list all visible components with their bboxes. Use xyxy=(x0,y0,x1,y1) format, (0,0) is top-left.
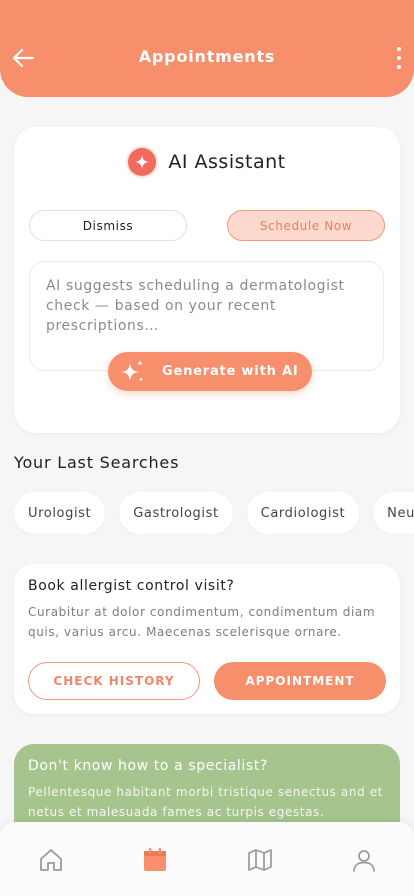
nav-map[interactable] xyxy=(244,844,276,876)
dismiss-button[interactable]: Dismiss xyxy=(29,210,187,241)
ai-assistant-card: AI Assistant Dismiss Schedule Now AI sug… xyxy=(14,127,400,433)
page-title: Appointments xyxy=(138,47,276,66)
info-card-description: Pellentesque habitant morbi tristique se… xyxy=(28,785,383,819)
sparkles-icon xyxy=(121,359,144,382)
info-card-title: Don't know how to a specialist? xyxy=(28,758,268,774)
map-icon xyxy=(248,849,272,871)
more-vertical-icon xyxy=(397,47,401,51)
search-chip[interactable]: Gastrologist xyxy=(119,492,233,534)
profile-icon xyxy=(353,850,375,872)
allergist-card-title: Book allergist control visit? xyxy=(28,578,235,594)
search-chip[interactable]: Urologist xyxy=(14,492,106,534)
search-chip[interactable]: Cardiologist xyxy=(246,492,360,534)
appointment-button[interactable]: APPOINTMENT xyxy=(214,662,386,700)
sparkle-badge-icon xyxy=(128,148,157,176)
generate-with-ai-label: Generate with AI xyxy=(162,364,299,379)
search-chip[interactable]: Neurologist xyxy=(373,492,414,534)
generate-with-ai-button[interactable]: Generate with AI xyxy=(108,352,312,391)
allergist-card-description: Curabitur at dolor condimentum, condimen… xyxy=(28,605,376,639)
bottom-navigation xyxy=(0,822,414,896)
nav-calendar[interactable] xyxy=(139,844,171,876)
check-history-button[interactable]: CHECK HISTORY xyxy=(28,662,200,700)
home-icon xyxy=(40,849,62,871)
nav-home[interactable] xyxy=(35,844,67,876)
ai-assistant-title: AI Assistant xyxy=(168,151,286,173)
ai-assistant-header: AI Assistant xyxy=(14,147,400,177)
nav-profile[interactable] xyxy=(348,844,380,876)
schedule-now-button[interactable]: Schedule Now xyxy=(227,210,385,241)
calendar-icon xyxy=(144,848,166,871)
app-header: Appointments xyxy=(0,0,414,97)
more-menu-button[interactable] xyxy=(392,44,406,72)
allergist-visit-card: Book allergist control visit? Curabitur … xyxy=(14,564,400,714)
last-searches-chips: Urologist Gastrologist Cardiologist Neur… xyxy=(14,492,414,534)
last-searches-title: Your Last Searches xyxy=(14,453,180,472)
